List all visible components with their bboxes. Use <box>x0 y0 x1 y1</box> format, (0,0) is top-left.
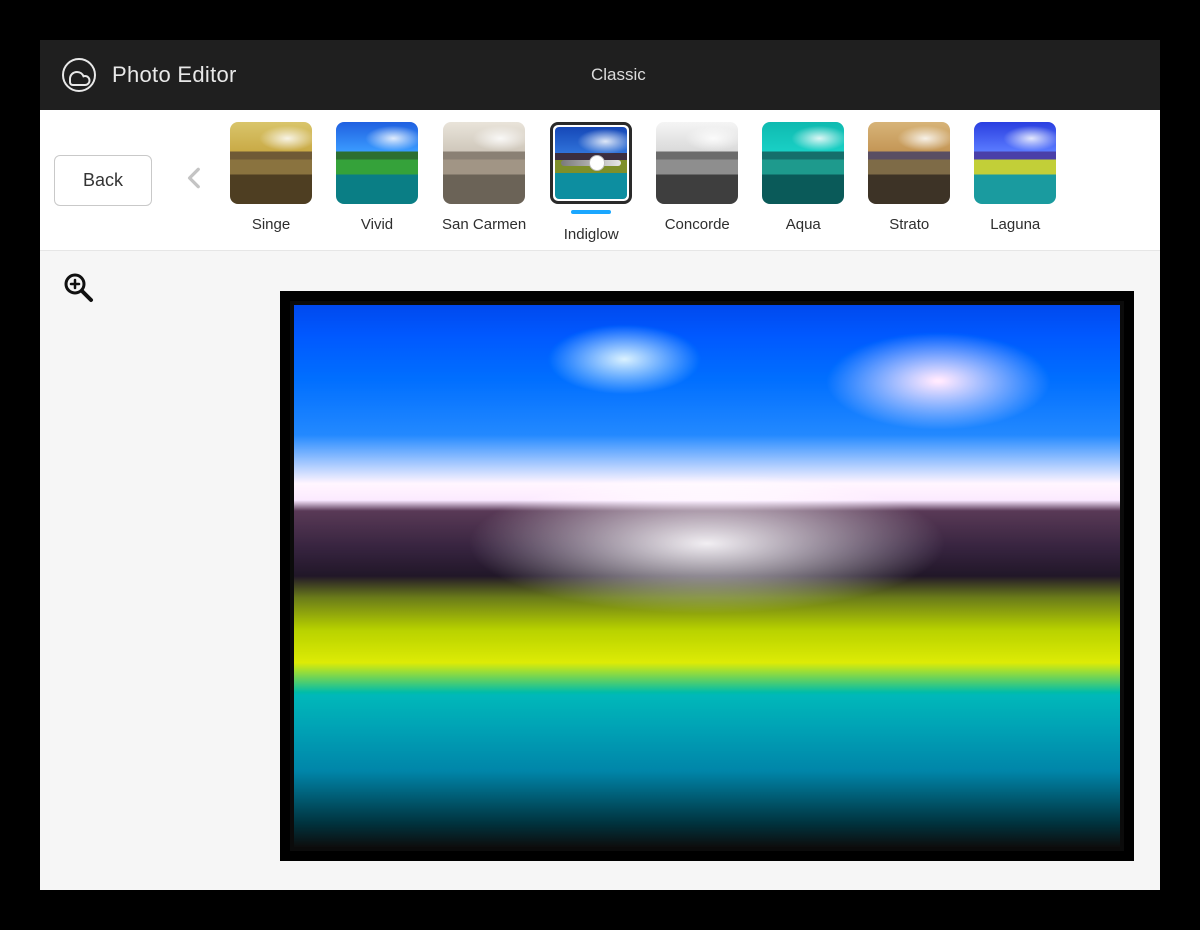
app-window: Photo Editor Classic Back Singe Vivid San … <box>40 40 1160 890</box>
filter-label: Indiglow <box>564 226 619 243</box>
filter-item-vivid[interactable]: Vivid <box>336 122 418 233</box>
zoom-in-icon[interactable] <box>62 271 94 308</box>
creative-cloud-logo-icon <box>60 56 98 94</box>
filter-thumbnail-image <box>230 122 312 204</box>
filter-thumbnail-image <box>656 122 738 204</box>
filter-label: San Carmen <box>442 216 526 233</box>
filter-thumbnail[interactable] <box>974 122 1056 204</box>
image-preview[interactable] <box>290 301 1124 851</box>
filter-thumbnail[interactable] <box>230 122 312 204</box>
filter-category-label: Classic <box>237 65 1000 85</box>
filter-intensity-slider[interactable] <box>561 160 621 166</box>
filter-label: Concorde <box>665 216 730 233</box>
filter-thumbnail-image <box>443 122 525 204</box>
image-preview-frame <box>280 291 1134 861</box>
filter-label: Singe <box>252 216 290 233</box>
filter-thumbnail[interactable] <box>762 122 844 204</box>
filter-label: Aqua <box>786 216 821 233</box>
filter-item-concorde[interactable]: Concorde <box>656 122 738 233</box>
filter-thumbnail-image <box>868 122 950 204</box>
filter-item-indiglow[interactable]: Indiglow <box>550 122 632 243</box>
filter-thumbnail[interactable] <box>336 122 418 204</box>
filter-thumbnail[interactable] <box>656 122 738 204</box>
header-bar: Photo Editor Classic <box>40 40 1160 110</box>
back-button[interactable]: Back <box>54 155 152 206</box>
filter-item-laguna[interactable]: Laguna <box>974 122 1056 233</box>
filter-thumbnail[interactable] <box>443 122 525 204</box>
selected-indicator <box>571 210 611 214</box>
slider-knob-icon[interactable] <box>589 155 605 171</box>
filter-bar: Back Singe Vivid San Carmen Indiglow Concord… <box>40 110 1160 251</box>
filter-thumbnail-image <box>974 122 1056 204</box>
filter-label: Laguna <box>990 216 1040 233</box>
filter-item-strato[interactable]: Strato <box>868 122 950 233</box>
scroll-left-button[interactable] <box>182 165 208 196</box>
filter-item-san-carmen[interactable]: San Carmen <box>442 122 526 233</box>
filter-label: Strato <box>889 216 929 233</box>
canvas-area <box>40 251 1160 890</box>
filter-list: Singe Vivid San Carmen Indiglow Concorde Aqua… <box>230 118 1154 243</box>
filter-thumbnail[interactable] <box>550 122 632 204</box>
filter-thumbnail-image <box>762 122 844 204</box>
filter-thumbnail-image <box>336 122 418 204</box>
filter-label: Vivid <box>361 216 393 233</box>
filter-item-singe[interactable]: Singe <box>230 122 312 233</box>
filter-thumbnail[interactable] <box>868 122 950 204</box>
app-title: Photo Editor <box>112 62 237 88</box>
filter-item-aqua[interactable]: Aqua <box>762 122 844 233</box>
